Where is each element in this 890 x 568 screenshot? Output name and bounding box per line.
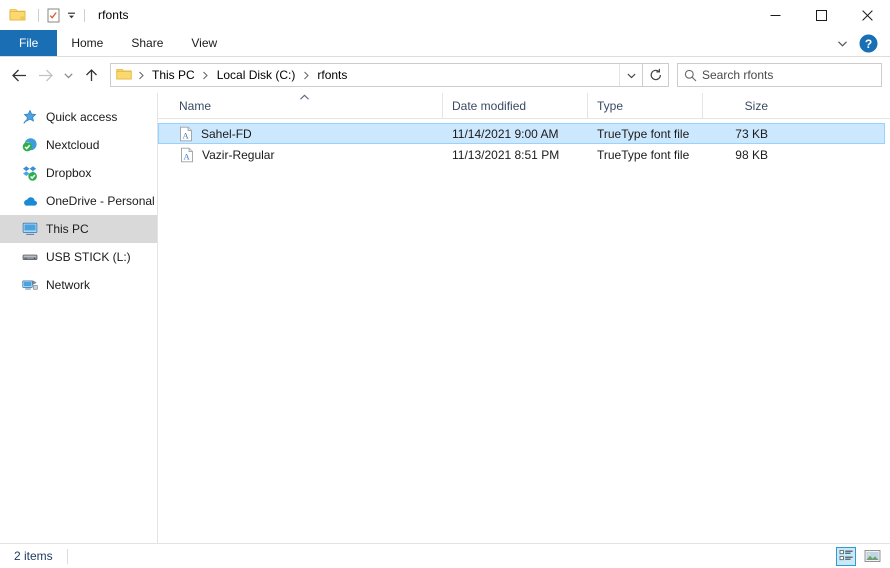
- sidebar-item-label: OneDrive - Personal: [46, 194, 155, 208]
- sidebar-item-quick-access[interactable]: Quick access: [0, 103, 157, 131]
- minimize-button[interactable]: [752, 0, 798, 30]
- column-header-type[interactable]: Type: [588, 93, 703, 118]
- sidebar-item-label: USB STICK (L:): [46, 250, 131, 264]
- file-name-cell: A Sahel-FD: [170, 126, 443, 142]
- toolbar-divider-2: [84, 8, 85, 22]
- tab-share[interactable]: Share: [117, 30, 177, 56]
- cloud-icon: [22, 193, 38, 209]
- column-header-date-modified[interactable]: Date modified: [443, 93, 588, 118]
- up-button[interactable]: [78, 62, 104, 88]
- close-button[interactable]: [844, 0, 890, 30]
- help-icon[interactable]: ?: [859, 34, 878, 53]
- properties-icon[interactable]: [45, 7, 62, 23]
- star-icon: [22, 109, 38, 125]
- file-type-cell: TrueType font file: [597, 126, 690, 141]
- sidebar-item-label: Quick access: [46, 110, 118, 124]
- content-pane: Name Date modified Type Size A Sahel-FD …: [158, 93, 890, 543]
- file-date-cell: 11/13/2021 8:51 PM: [452, 147, 560, 162]
- sidebar-item-this-pc[interactable]: This PC: [0, 215, 157, 243]
- font-file-icon: A: [178, 126, 194, 142]
- dropbox-icon: [22, 165, 38, 181]
- column-header-row: Name Date modified Type Size: [158, 93, 890, 119]
- column-header-label: Date modified: [452, 98, 527, 113]
- file-name-cell: A Vazir-Regular: [170, 147, 443, 163]
- breadcrumb-this-pc[interactable]: This PC: [148, 67, 199, 83]
- ribbon-tab-bar: File Home Share View ?: [0, 30, 890, 57]
- column-header-size[interactable]: Size: [703, 93, 778, 118]
- file-date-cell: 11/14/2021 9:00 AM: [452, 126, 559, 141]
- breadcrumb-separator: [134, 71, 148, 80]
- toolbar-divider-1: [38, 8, 39, 22]
- window-title: rfonts: [98, 8, 129, 22]
- usb-drive-icon: [22, 249, 38, 265]
- chevron-down-icon[interactable]: [831, 32, 853, 54]
- breadcrumb-rfonts[interactable]: rfonts: [313, 67, 351, 83]
- back-button[interactable]: [6, 62, 32, 88]
- status-divider: [66, 548, 68, 564]
- refresh-button[interactable]: [643, 63, 669, 87]
- column-header-label: Name: [179, 98, 212, 113]
- quick-access-toolbar: rfonts: [0, 7, 129, 23]
- search-box[interactable]: [677, 63, 882, 87]
- ribbon-right-controls: ?: [831, 30, 886, 56]
- view-mode-buttons: [836, 546, 882, 566]
- navigation-pane: Quick access Nextcloud Dropbox OneDrive …: [0, 93, 158, 543]
- customize-caret-icon[interactable]: [64, 7, 78, 23]
- sidebar-item-onedrive[interactable]: OneDrive - Personal: [0, 187, 157, 215]
- sort-ascending-icon: [299, 94, 310, 101]
- file-type-cell: TrueType font file: [597, 147, 690, 162]
- address-bar: This PC Local Disk (C:) rfonts: [0, 57, 890, 93]
- sidebar-item-usb-stick[interactable]: USB STICK (L:): [0, 243, 157, 271]
- column-header-name[interactable]: Name: [170, 93, 443, 118]
- breadcrumb-separator: [199, 71, 213, 80]
- file-size-cell: 73 KB: [735, 126, 768, 141]
- file-explorer-window: rfonts File Home Share View ? This PC Lo…: [0, 0, 890, 568]
- large-icons-view-button[interactable]: [862, 547, 882, 566]
- sidebar-item-network[interactable]: Network: [0, 271, 157, 299]
- network-icon: [22, 277, 38, 293]
- column-header-label: Type: [597, 98, 624, 113]
- tab-view[interactable]: View: [177, 30, 231, 56]
- forward-button[interactable]: [32, 62, 58, 88]
- nextcloud-icon: [22, 137, 38, 153]
- sidebar-item-label: This PC: [46, 222, 89, 236]
- status-bar: 2 items: [0, 543, 890, 568]
- sidebar-item-dropbox[interactable]: Dropbox: [0, 159, 157, 187]
- breadcrumb-bar[interactable]: This PC Local Disk (C:) rfonts: [110, 63, 643, 87]
- monitor-icon: [22, 221, 38, 237]
- column-header-label: Size: [744, 98, 768, 113]
- item-count-label: 2 items: [14, 549, 53, 563]
- table-row[interactable]: A Vazir-Regular 11/13/2021 8:51 PM TrueT…: [158, 144, 885, 165]
- file-size-cell: 98 KB: [735, 147, 768, 162]
- svg-text:A: A: [183, 130, 190, 140]
- window-controls: [752, 0, 890, 30]
- file-name-label: Sahel-FD: [201, 126, 252, 141]
- window-body: Quick access Nextcloud Dropbox OneDrive …: [0, 93, 890, 543]
- tab-file[interactable]: File: [0, 30, 58, 56]
- breadcrumb-separator: [299, 71, 313, 80]
- svg-text:A: A: [184, 151, 191, 161]
- font-file-icon: A: [179, 147, 195, 163]
- table-row[interactable]: A Sahel-FD 11/14/2021 9:00 AM TrueType f…: [158, 123, 885, 144]
- svg-text:?: ?: [865, 37, 872, 51]
- search-input[interactable]: [702, 68, 881, 82]
- breadcrumb-local-disk[interactable]: Local Disk (C:): [213, 67, 300, 83]
- breadcrumb-folder-icon: [116, 67, 132, 83]
- sidebar-item-nextcloud[interactable]: Nextcloud: [0, 131, 157, 159]
- details-view-button[interactable]: [836, 546, 856, 566]
- tab-home[interactable]: Home: [57, 30, 117, 56]
- sidebar-item-label: Network: [46, 278, 91, 292]
- maximize-button[interactable]: [798, 0, 844, 30]
- recent-locations-icon[interactable]: [58, 62, 78, 88]
- file-name-label: Vazir-Regular: [202, 147, 275, 162]
- sidebar-item-label: Dropbox: [46, 166, 92, 180]
- sidebar-item-label: Nextcloud: [46, 138, 100, 152]
- previous-locations-icon[interactable]: [619, 64, 642, 86]
- title-bar: rfonts: [0, 0, 890, 30]
- search-icon: [678, 64, 702, 86]
- folder-icon: [9, 7, 26, 23]
- file-list: A Sahel-FD 11/14/2021 9:00 AM TrueType f…: [158, 119, 890, 543]
